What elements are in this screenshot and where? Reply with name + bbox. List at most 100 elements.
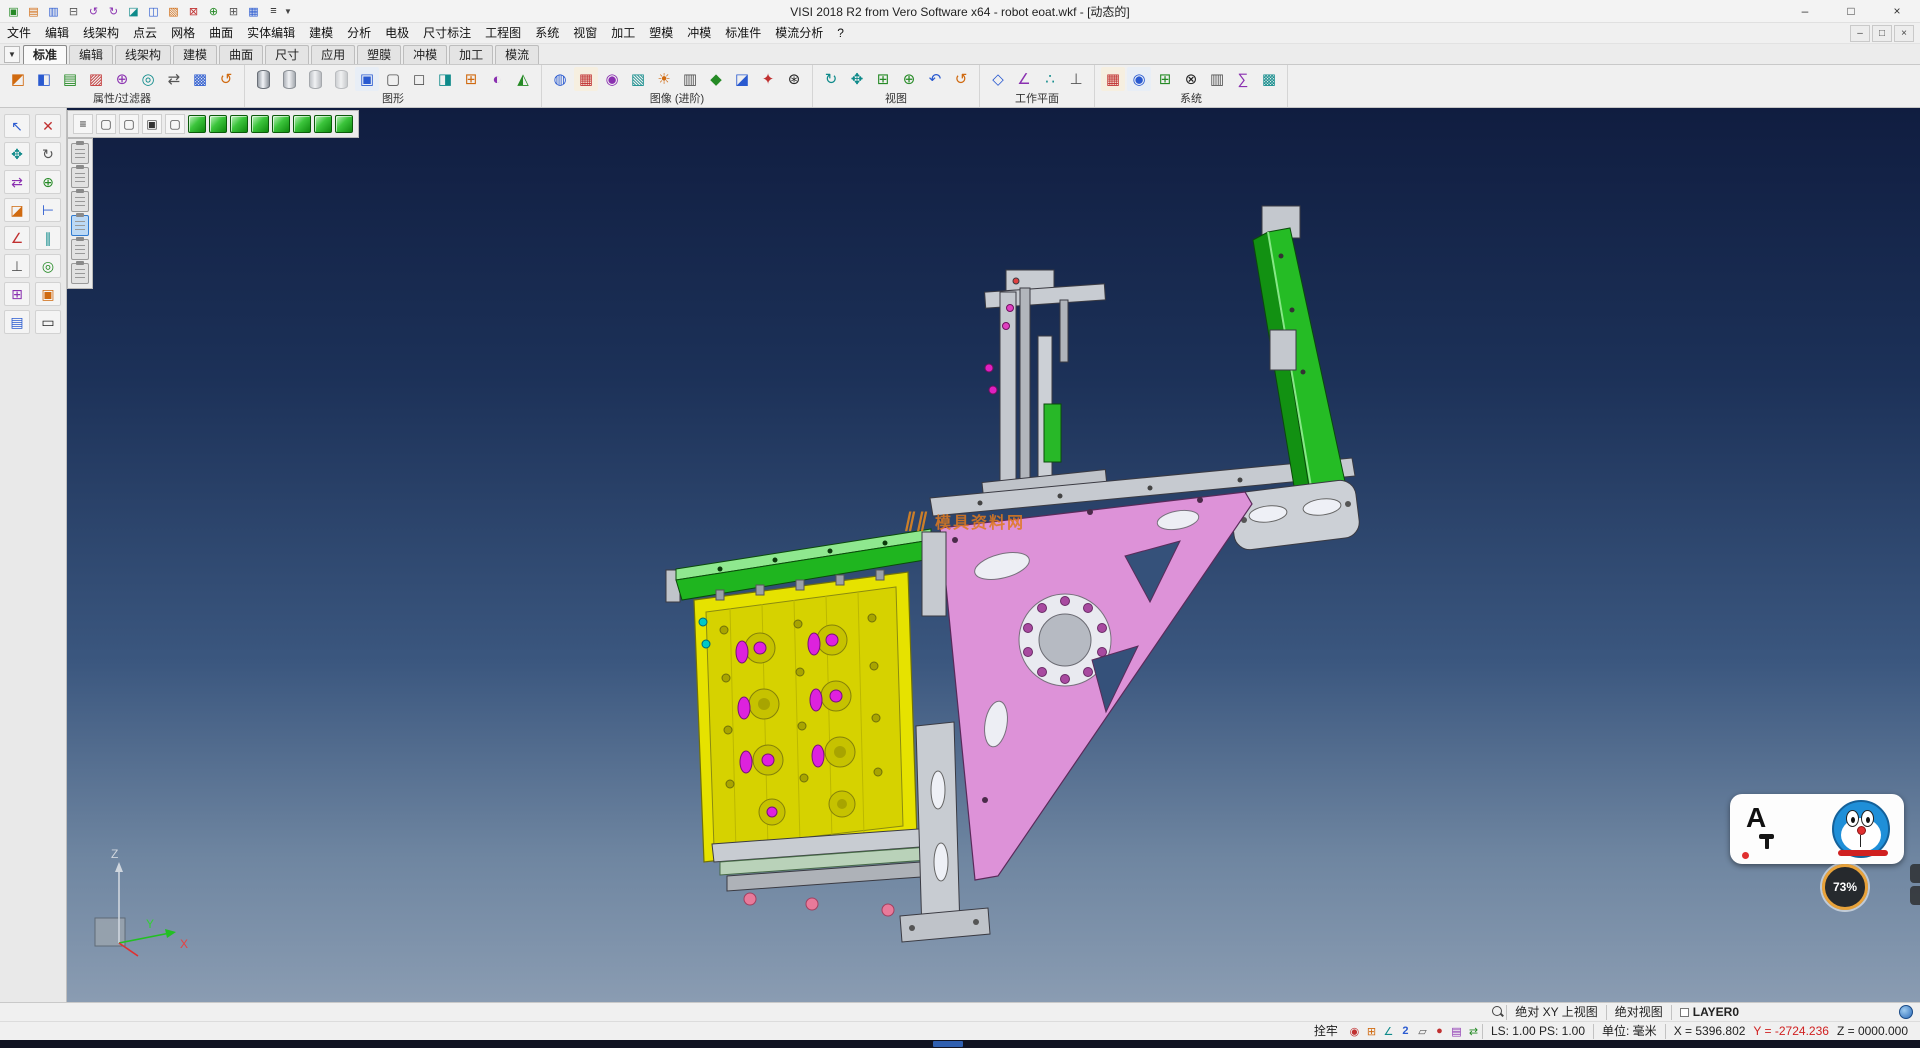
menu-drawing[interactable]: 工程图 — [478, 23, 528, 43]
pattern-icon[interactable]: ⊞ — [4, 282, 30, 306]
lock-toggle[interactable]: 拴牢 — [1306, 1024, 1346, 1039]
menu-solid-edit[interactable]: 实体编辑 — [240, 23, 302, 43]
system-colors-icon[interactable]: ▦ — [1101, 67, 1125, 91]
menu-die[interactable]: 冲模 — [680, 23, 718, 43]
tab-standard[interactable]: 标准 — [23, 45, 67, 64]
scale-icon[interactable]: ⊕ — [35, 170, 61, 194]
pen-toggle-icon[interactable]: ▱ — [1414, 1024, 1431, 1039]
tab-surface[interactable]: 曲面 — [219, 45, 263, 64]
move-icon[interactable]: ✥ — [4, 142, 30, 166]
intersect-icon[interactable]: ◎ — [35, 254, 61, 278]
image-quality-icon[interactable]: ◉ — [600, 67, 624, 91]
tab-edit[interactable]: 编辑 — [69, 45, 113, 64]
iso-view-2-icon[interactable] — [209, 115, 227, 133]
macro-icon[interactable]: ∑ — [1231, 67, 1255, 91]
hidden-line-mode-icon[interactable]: ◻ — [407, 67, 431, 91]
color-filter-icon[interactable]: ◧ — [32, 67, 56, 91]
visibility-filter-icon[interactable]: ◎ — [136, 67, 160, 91]
grid-settings-icon[interactable]: ⊞ — [1153, 67, 1177, 91]
section-view-icon[interactable]: ◭ — [511, 67, 535, 91]
maximize-button[interactable]: □ — [1828, 0, 1874, 23]
image-zoom-icon[interactable]: ◍ — [548, 67, 572, 91]
active-layer-indicator[interactable]: LAYER0 — [1671, 1005, 1747, 1020]
cylinder-shaded-icon[interactable] — [251, 67, 275, 91]
delete-icon[interactable]: ⊠ — [184, 2, 203, 20]
transparency-icon[interactable]: ◐ — [485, 67, 509, 91]
cad-gray-top-assembly[interactable] — [982, 270, 1108, 508]
iso-view-1-icon[interactable] — [188, 115, 206, 133]
absolute-view-indicator[interactable]: 绝对视图 — [1606, 1005, 1671, 1020]
snap-settings-icon[interactable]: ◉ — [1127, 67, 1151, 91]
tab-wireframe[interactable]: 线架构 — [115, 45, 171, 64]
redo-icon[interactable]: ↻ — [104, 2, 123, 20]
network-globe-icon[interactable] — [1897, 1005, 1914, 1020]
shadow-icon[interactable]: ◪ — [730, 67, 754, 91]
attributes-icon[interactable]: ◩ — [6, 67, 30, 91]
menu-mesh[interactable]: 网格 — [164, 23, 202, 43]
view-plane-4-icon[interactable]: ▢ — [165, 114, 185, 134]
workplane-icon[interactable]: ◇ — [986, 67, 1010, 91]
3d-viewport[interactable]: Z Y X ≡ ▢ ▢ ▣ ▢ — [67, 108, 1920, 1002]
qat-dropdown-icon[interactable]: ▼ — [284, 7, 294, 16]
graphics-settings-icon[interactable]: ⊞ — [459, 67, 483, 91]
help-2-icon[interactable]: 2 — [1397, 1024, 1414, 1039]
mdi-close-button[interactable]: × — [1894, 25, 1914, 42]
copy-icon[interactable]: ◫ — [144, 2, 163, 20]
battery-percent-ring[interactable]: 73% — [1822, 864, 1868, 910]
mirror-icon[interactable]: ⇄ — [4, 170, 30, 194]
cad-gray-base-plates[interactable] — [712, 828, 934, 916]
layer-filter-icon[interactable]: ▤ — [58, 67, 82, 91]
units-indicator[interactable]: 单位: 毫米 — [1593, 1024, 1665, 1039]
cad-pink-plate[interactable] — [940, 492, 1252, 880]
view-plane-3-icon[interactable]: ▣ — [142, 114, 162, 134]
view-plane-2-icon[interactable]: ▢ — [119, 114, 139, 134]
undo-icon[interactable]: ↺ — [84, 2, 103, 20]
print-icon[interactable]: ⊟ — [64, 2, 83, 20]
iso-view-7-icon[interactable] — [314, 115, 332, 133]
open-file-icon[interactable]: ▤ — [24, 2, 43, 20]
calculator-icon[interactable]: ▩ — [1257, 67, 1281, 91]
grid-toggle-icon[interactable]: ⊞ — [1363, 1024, 1380, 1039]
windows-taskbar[interactable] — [0, 1040, 1920, 1048]
refresh-view-icon[interactable]: ↺ — [949, 67, 973, 91]
clipboard-1-icon[interactable] — [71, 143, 89, 164]
trim-icon[interactable]: ◪ — [4, 198, 30, 222]
menu-standard-parts[interactable]: 标准件 — [718, 23, 768, 43]
info-icon[interactable]: ▤ — [4, 310, 30, 334]
advanced-display-icon[interactable]: ⊛ — [782, 67, 806, 91]
save-file-icon[interactable]: ▥ — [44, 2, 63, 20]
render-quality-icon[interactable]: ◨ — [433, 67, 457, 91]
mdi-minimize-button[interactable]: – — [1850, 25, 1870, 42]
measure-icon[interactable]: ∠ — [4, 226, 30, 250]
selection-filter-icon[interactable]: ⇄ — [162, 67, 186, 91]
previous-view-icon[interactable]: ↶ — [923, 67, 947, 91]
record-toggle-icon[interactable]: ● — [1431, 1024, 1448, 1039]
menu-mould[interactable]: 塑模 — [642, 23, 680, 43]
highlight-icon[interactable]: ✦ — [756, 67, 780, 91]
zoom-extents-icon[interactable]: ⊕ — [897, 67, 921, 91]
workplane-3point-icon[interactable]: ∴ — [1038, 67, 1062, 91]
menu-machining[interactable]: 加工 — [604, 23, 642, 43]
zoom-window-icon[interactable]: ⊞ — [871, 67, 895, 91]
offset-icon[interactable]: ∥ — [35, 226, 61, 250]
search-icon[interactable] — [1489, 1005, 1506, 1020]
mask-filter-icon[interactable]: ▩ — [188, 67, 212, 91]
cylinder-ghost-icon[interactable] — [329, 67, 353, 91]
mdi-restore-button[interactable]: □ — [1872, 25, 1892, 42]
tab-flow[interactable]: 模流 — [495, 45, 539, 64]
close-button[interactable]: × — [1874, 0, 1920, 23]
tab-dimension[interactable]: 尺寸 — [265, 45, 309, 64]
tab-machining[interactable]: 加工 — [449, 45, 493, 64]
notes-icon[interactable]: ▭ — [35, 310, 61, 334]
minimize-button[interactable]: – — [1782, 0, 1828, 23]
tabbar-dropdown-icon[interactable]: ▼ — [4, 46, 20, 63]
image-capture-icon[interactable]: ▦ — [574, 67, 598, 91]
reset-filter-icon[interactable]: ↺ — [214, 67, 238, 91]
cylinder-hidden-line-icon[interactable] — [303, 67, 327, 91]
menu-surface[interactable]: 曲面 — [202, 23, 240, 43]
menu-file[interactable]: 文件 — [0, 23, 38, 43]
menu-electrode[interactable]: 电极 — [378, 23, 416, 43]
dynamic-rotate-icon[interactable]: ↻ — [819, 67, 843, 91]
zoom-all-icon[interactable]: ⊕ — [204, 2, 223, 20]
clipboard-2-icon[interactable] — [71, 167, 89, 188]
